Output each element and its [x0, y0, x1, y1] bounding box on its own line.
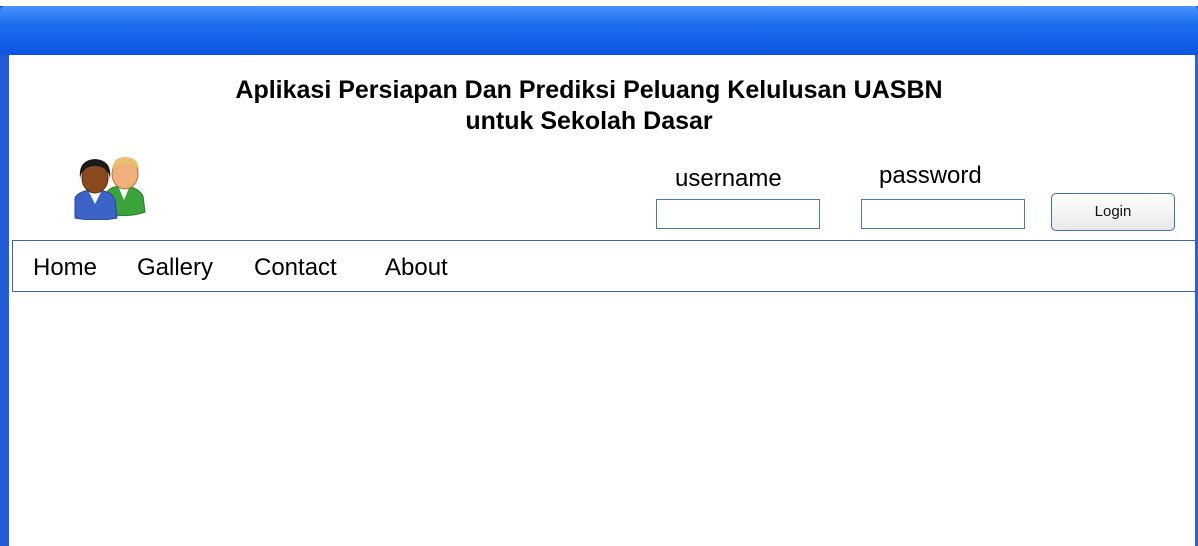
page-header: Aplikasi Persiapan Dan Prediksi Peluang … [9, 55, 1195, 240]
login-button[interactable]: Login [1051, 193, 1175, 231]
nav-item-home[interactable]: Home [33, 254, 97, 282]
username-label: username [675, 165, 782, 192]
password-label: password [879, 162, 982, 189]
nav-item-contact[interactable]: Contact [254, 254, 337, 282]
page-title-line1: Aplikasi Persiapan Dan Prediksi Peluang … [235, 76, 943, 104]
browser-window: Aplikasi Persiapan Dan Prediksi Peluang … [0, 6, 1198, 546]
nav-divider [12, 241, 13, 293]
username-input[interactable] [656, 199, 820, 229]
window-titlebar[interactable] [0, 6, 1198, 55]
password-input[interactable] [861, 199, 1025, 229]
page-title-line2: untuk Sekolah Dasar [465, 107, 713, 135]
page-title: Aplikasi Persiapan Dan Prediksi Peluang … [9, 75, 1169, 137]
nav-item-gallery[interactable]: Gallery [137, 254, 213, 282]
nav-bar: Home Gallery Contact About [12, 240, 1195, 293]
nav-item-about[interactable]: About [385, 254, 448, 282]
users-icon [67, 152, 151, 221]
content-area [9, 292, 1195, 546]
